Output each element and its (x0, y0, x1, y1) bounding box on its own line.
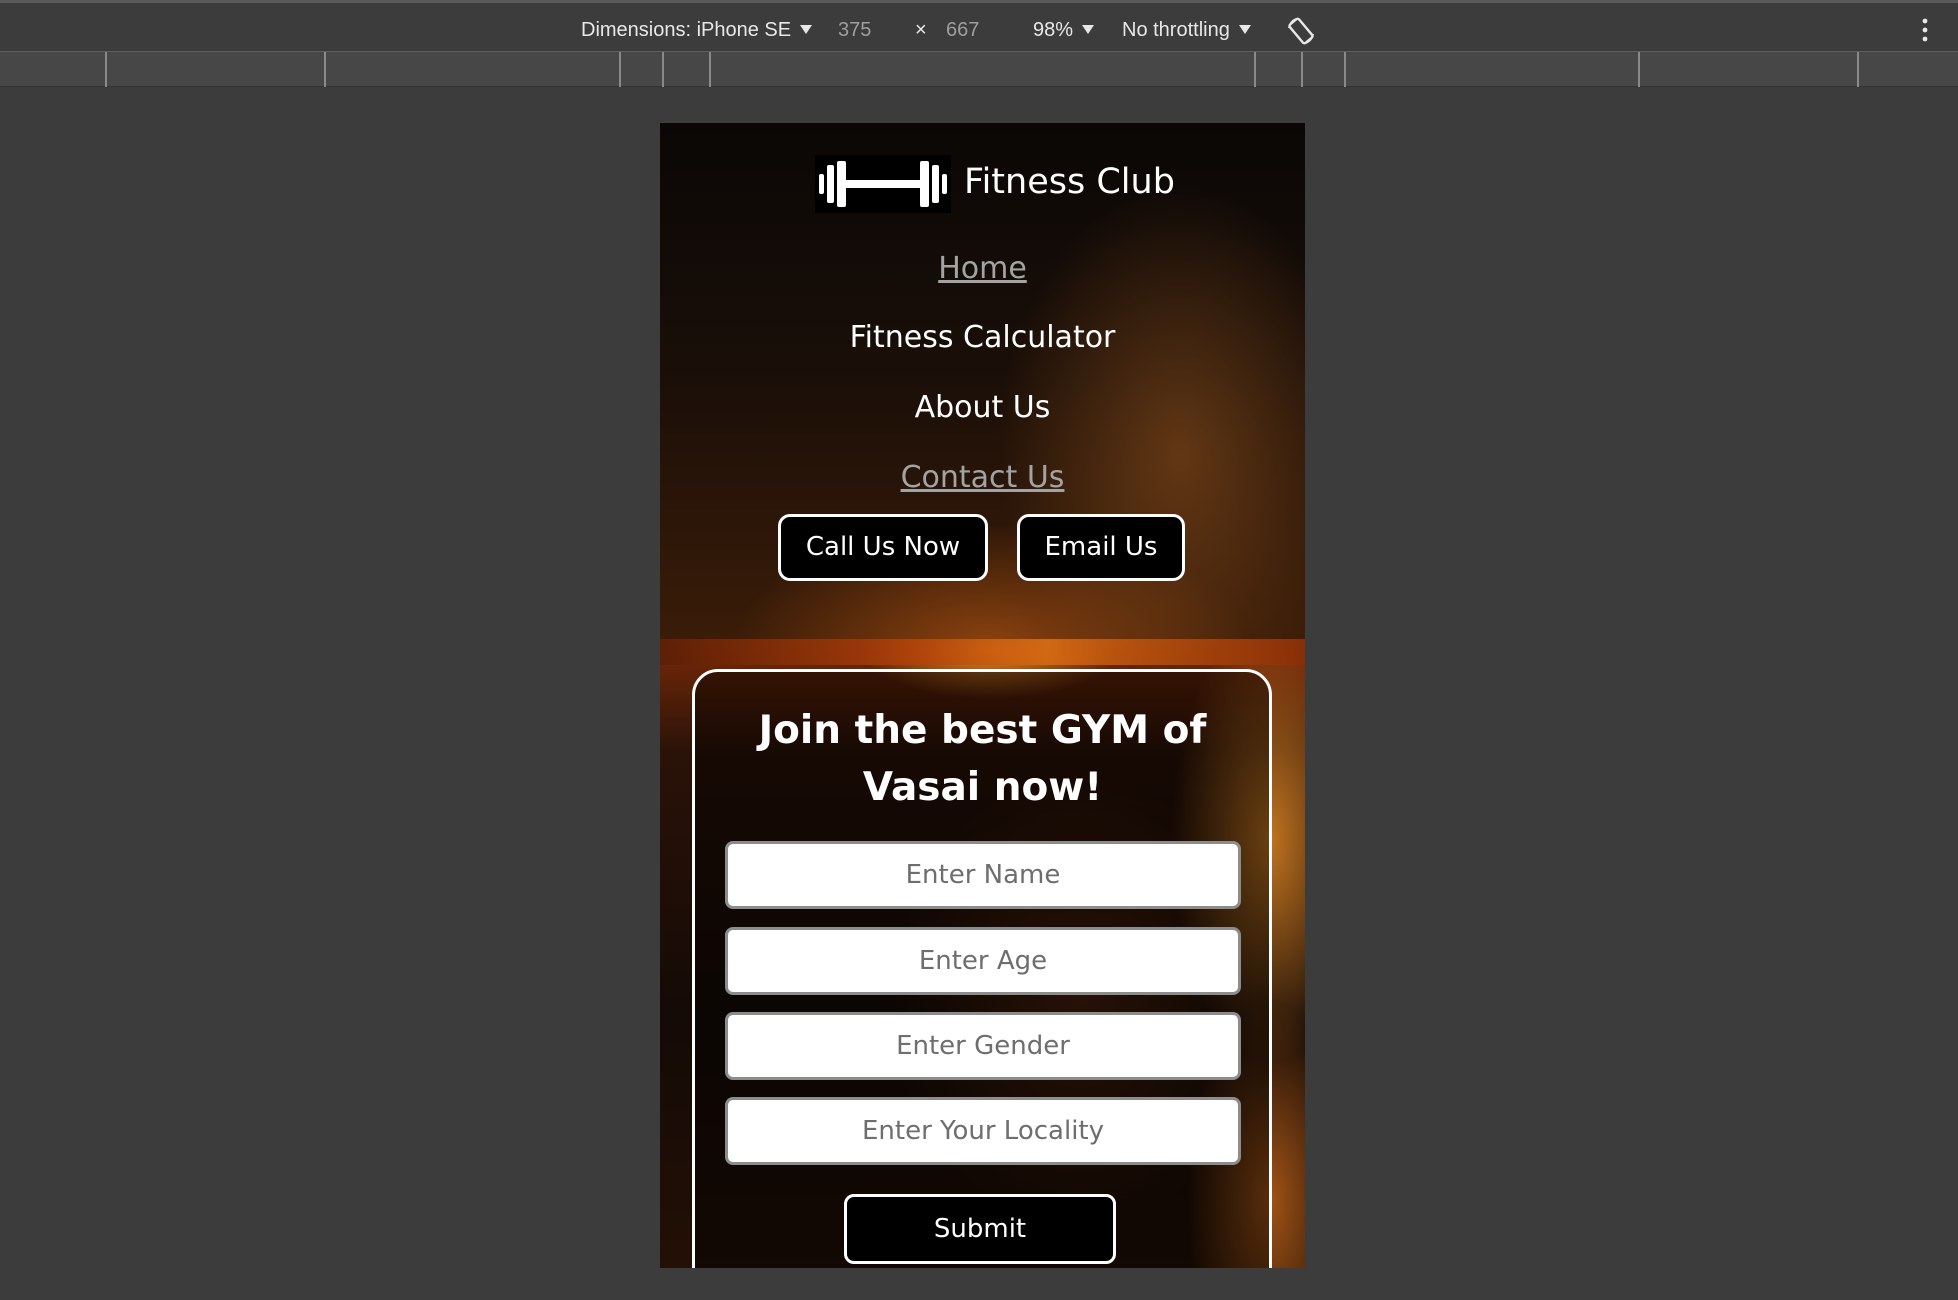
throttling-select[interactable]: No throttling (1122, 3, 1251, 55)
zoom-select[interactable]: 98% (1033, 3, 1095, 55)
logo[interactable] (815, 155, 951, 213)
nav-link-about-us[interactable]: About Us (660, 388, 1305, 428)
age-input[interactable] (725, 927, 1241, 995)
chevron-down-icon (1238, 25, 1251, 34)
hero-glow (660, 639, 1305, 665)
device-toolbar: Dimensions: iPhone SE 375 × 667 98% No t… (0, 0, 1958, 52)
join-heading: Join the best GYM of Vasai now! (660, 702, 1305, 816)
dimension-separator: × (915, 19, 927, 41)
media-query-marker[interactable] (1638, 52, 1640, 87)
join-heading-line-2: Vasai now! (862, 765, 1103, 810)
more-options-icon[interactable] (1920, 18, 1930, 42)
dumbbell-icon (819, 161, 947, 207)
submit-button[interactable]: Submit (844, 1194, 1116, 1264)
chevron-down-icon (800, 25, 813, 34)
media-query-marker[interactable] (324, 52, 326, 87)
media-query-marker[interactable] (1254, 52, 1256, 87)
media-query-marker[interactable] (619, 52, 621, 87)
name-input[interactable] (725, 841, 1241, 909)
zoom-value: 98% (1033, 19, 1074, 41)
throttling-value: No throttling (1122, 19, 1230, 41)
chevron-down-icon (1082, 25, 1095, 34)
nav-link-home[interactable]: Home (660, 249, 1305, 289)
rotate-icon[interactable] (1286, 16, 1316, 46)
media-query-marker[interactable] (105, 52, 107, 87)
nav-link-fitness-calculator[interactable]: Fitness Calculator (660, 318, 1305, 358)
call-us-button[interactable]: Call Us Now (778, 514, 988, 581)
width-input[interactable]: 375 (838, 3, 871, 55)
media-query-marker[interactable] (709, 52, 711, 87)
media-query-ruler[interactable] (0, 52, 1958, 87)
media-query-marker[interactable] (662, 52, 664, 87)
height-input[interactable]: 667 (946, 3, 979, 55)
join-heading-line-1: Join the best GYM of (758, 708, 1207, 753)
device-label: Dimensions: iPhone SE (581, 19, 792, 41)
device-viewport: Fitness Club Home Fitness Calculator Abo… (660, 123, 1305, 1268)
media-query-marker[interactable] (1857, 52, 1859, 87)
media-query-marker[interactable] (1344, 52, 1346, 87)
locality-input[interactable] (725, 1097, 1241, 1165)
brand-name[interactable]: Fitness Club (964, 157, 1175, 207)
nav-link-contact-us[interactable]: Contact Us (660, 458, 1305, 498)
device-select[interactable]: Dimensions: iPhone SE (581, 3, 813, 55)
gender-input[interactable] (725, 1012, 1241, 1080)
email-us-button[interactable]: Email Us (1017, 514, 1185, 581)
media-query-marker[interactable] (1301, 52, 1303, 87)
